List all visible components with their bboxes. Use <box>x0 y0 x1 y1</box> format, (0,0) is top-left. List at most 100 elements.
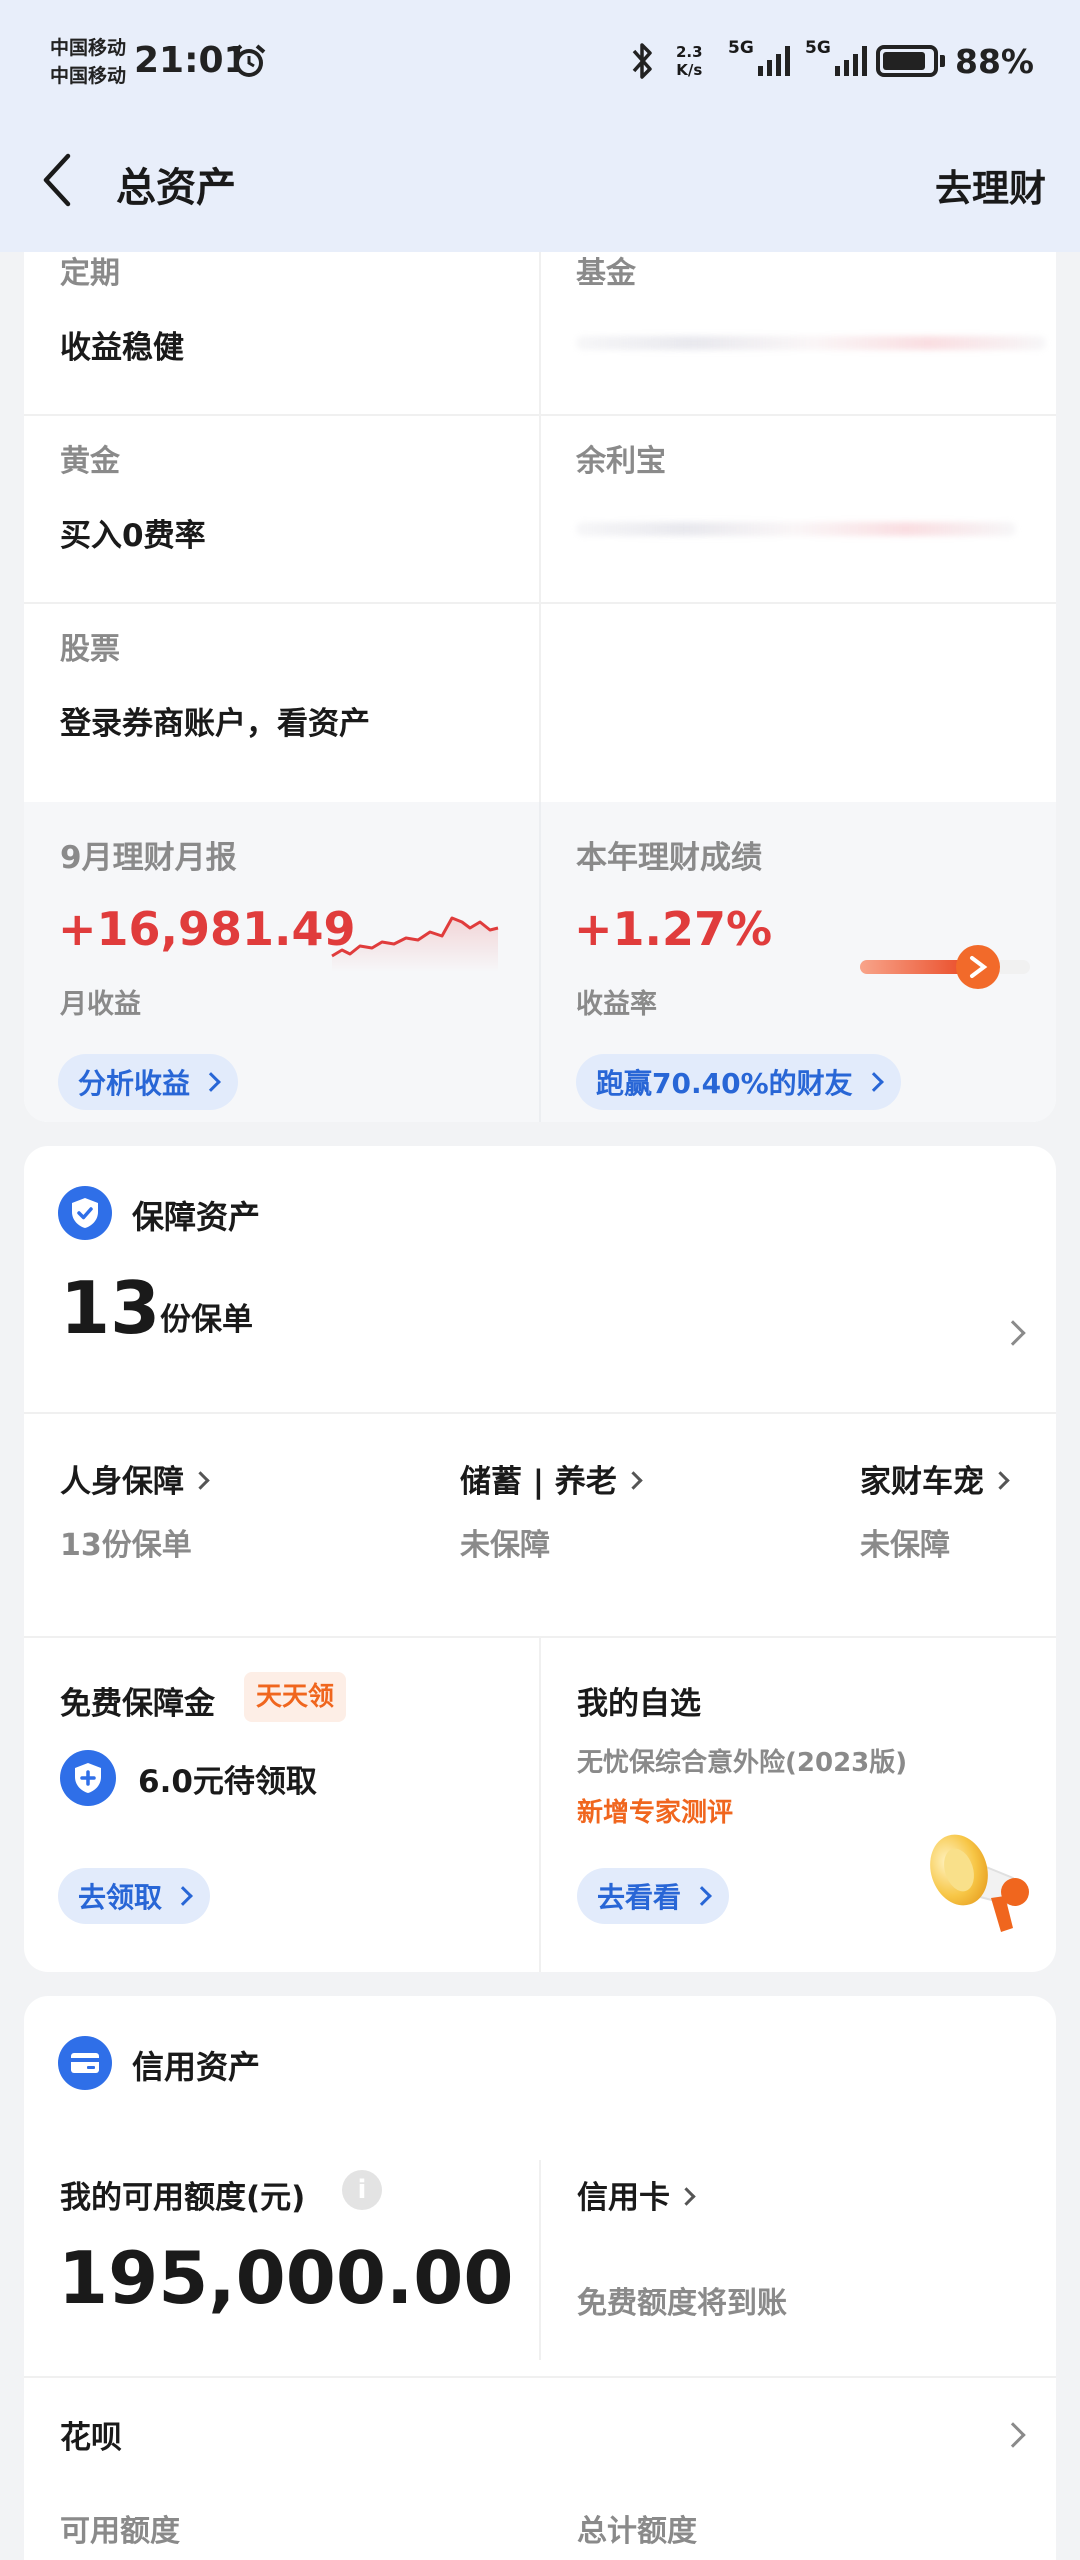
free-coverage-title: 免费保障金 <box>60 1686 215 1722</box>
speed-unit: K/s <box>676 61 703 79</box>
wealth-item-value: 买入0费率 <box>60 518 206 554</box>
go-invest-link[interactable]: 去理财 <box>935 158 1046 212</box>
wealth-item-label: 基金 <box>576 256 636 291</box>
wealth-item-label: 黄金 <box>60 444 120 479</box>
wealth-item-value: 登录券商账户，看资产 <box>60 706 370 742</box>
monthly-report-title: 9月理财月报 <box>60 840 237 876</box>
category-status: 13份保单 <box>60 1528 192 1563</box>
wealth-item-yulibao[interactable]: 余利宝 <box>540 414 1056 602</box>
chevron-right-icon <box>863 1072 884 1092</box>
carrier-info: 中国移动 中国移动 <box>50 34 126 90</box>
wealth-item-value: 收益稳健 <box>60 330 184 366</box>
wealth-item-gold[interactable]: 黄金 买入0费率 <box>24 414 540 602</box>
view-button[interactable]: 去看看 <box>577 1868 730 1924</box>
chevron-right-icon <box>1000 2422 1026 2448</box>
free-coverage-panel[interactable]: 免费保障金 天天领 6.0元待领取 去领取 <box>24 1638 539 1972</box>
available-limit-panel[interactable]: 我的可用额度(元) i 195,000.00 <box>24 2136 539 2366</box>
megaphone-icon <box>930 1834 1029 1932</box>
speed-value: 2.3 <box>676 43 703 61</box>
policy-count-row[interactable]: 13 份保单 <box>24 1266 1056 1406</box>
yearly-result-title: 本年理财成绩 <box>576 840 762 876</box>
favorites-title: 我的自选 <box>577 1686 701 1722</box>
category-status: 未保障 <box>860 1528 950 1563</box>
medical-plus-icon <box>60 1750 116 1806</box>
credit-card-status: 免费额度将到账 <box>577 2286 787 2321</box>
free-coverage-amount: 6.0元待领取 <box>138 1764 317 1800</box>
yearly-return-label: 收益率 <box>576 989 657 1020</box>
credit-card-icon <box>58 2036 112 2090</box>
category-label: 家财车宠 <box>860 1456 1010 1501</box>
wealth-card: 定期 收益稳健 基金 黄金 买入0费率 余利宝 股票 登录券商账户，看资产 9月… <box>24 252 1056 1122</box>
battery-percent: 88% <box>955 41 1034 81</box>
wealth-report-panel: 9月理财月报 +16,981.49 月收益 分析收益 本年理财成绩 +1.27%… <box>24 802 1056 1122</box>
network-type-1: 5G <box>728 38 754 58</box>
chevron-right-icon <box>624 1471 643 1490</box>
signal-icon-2: 5G <box>805 36 867 86</box>
carrier-1: 中国移动 <box>50 37 127 59</box>
credit-card-label: 信用卡 <box>577 2172 696 2217</box>
alarm-icon <box>232 44 266 77</box>
chevron-right-icon <box>692 1886 712 1906</box>
shield-check-icon <box>58 1186 112 1240</box>
category-label: 人身保障 <box>60 1456 210 1501</box>
yearly-return-rate: +1.27% <box>574 902 773 956</box>
back-arrow-icon[interactable] <box>38 150 78 210</box>
category-personal[interactable]: 人身保障 13份保单 <box>24 1436 404 1576</box>
wealth-item-label: 股票 <box>60 632 120 667</box>
rank-meter-icon <box>860 945 1030 989</box>
battery-indicator: 88% <box>876 36 1034 86</box>
beat-peers-button[interactable]: 跑赢70.40%的财友 <box>576 1054 901 1110</box>
monthly-income-label: 月收益 <box>60 989 141 1020</box>
wealth-item-label: 余利宝 <box>576 444 666 479</box>
battery-icon <box>876 45 938 77</box>
signal-icon-1: 5G <box>728 36 790 86</box>
page-title: 总资产 <box>116 165 236 211</box>
huabei-title: 花呗 <box>60 2420 122 2456</box>
huabei-total-label: 总计额度 <box>577 2514 697 2549</box>
chevron-right-icon <box>1000 1320 1026 1346</box>
beat-peers-label: 跑赢70.40%的财友 <box>596 1067 853 1100</box>
available-limit-value: 195,000.00 <box>58 2236 514 2320</box>
wealth-item-label: 定期 <box>60 256 120 291</box>
status-bar: 中国移动 中国移动 21:01 2.3 K/s 5G 5G 88% <box>0 0 1080 130</box>
wealth-item-stock[interactable]: 股票 登录券商账户，看资产 <box>24 602 1056 790</box>
wealth-item-fund[interactable]: 基金 <box>540 252 1056 414</box>
policy-count-unit: 份保单 <box>160 1302 253 1338</box>
monthly-income-amount: +16,981.49 <box>58 902 356 956</box>
expert-review-tag: 新增专家测评 <box>577 1798 734 1828</box>
redacted-value <box>576 522 1016 536</box>
view-button-label: 去看看 <box>597 1881 682 1914</box>
huabei-available-label: 可用额度 <box>60 2514 180 2549</box>
my-favorites-panel[interactable]: 我的自选 无忧保综合意外险(2023版) 新增专家测评 去看看 <box>541 1638 1056 1972</box>
chevron-right-icon <box>201 1072 221 1092</box>
bluetooth-icon <box>628 36 656 86</box>
wealth-item-fixed[interactable]: 定期 收益稳健 <box>24 252 540 414</box>
policy-count: 13 <box>60 1266 161 1350</box>
analyze-income-button[interactable]: 分析收益 <box>58 1054 239 1110</box>
carrier-2: 中国移动 <box>50 65 127 87</box>
claim-button[interactable]: 去领取 <box>58 1868 211 1924</box>
credit-section-title: 信用资产 <box>132 2048 261 2086</box>
credit-card-panel[interactable]: 信用卡 免费额度将到账 <box>541 2136 1056 2366</box>
chevron-right-icon <box>991 1471 1010 1490</box>
category-savings-pension[interactable]: 储蓄 | 养老 未保障 <box>424 1436 804 1576</box>
income-trend-sparkline <box>331 916 499 972</box>
daily-claim-badge: 天天领 <box>244 1672 347 1722</box>
chevron-right-icon <box>191 1471 210 1490</box>
analyze-income-label: 分析收益 <box>78 1067 191 1100</box>
category-status: 未保障 <box>460 1528 550 1563</box>
top-header-area: 中国移动 中国移动 21:01 2.3 K/s 5G 5G 88% 总资产 去理… <box>0 0 1080 252</box>
chevron-right-icon <box>677 2187 696 2206</box>
info-icon[interactable]: i <box>342 2170 382 2210</box>
insurance-section-title: 保障资产 <box>132 1198 261 1236</box>
insurance-card: 保障资产 13 份保单 人身保障 13份保单 储蓄 | 养老 未保障 家财车宠 … <box>24 1146 1056 1972</box>
network-speed: 2.3 K/s <box>676 36 703 86</box>
credit-card: 信用资产 我的可用额度(元) i 195,000.00 信用卡 免费额度将到账 … <box>24 1996 1056 2560</box>
chevron-right-icon <box>173 1886 193 1906</box>
network-type-2: 5G <box>805 38 831 58</box>
category-property-car-pet[interactable]: 家财车宠 未保障 <box>824 1436 1056 1576</box>
huabei-row[interactable]: 花呗 <box>24 2378 1056 2488</box>
favorite-product-name: 无忧保综合意外险(2023版) <box>577 1748 908 1778</box>
claim-button-label: 去领取 <box>78 1881 163 1914</box>
category-label: 储蓄 | 养老 <box>460 1456 643 1501</box>
